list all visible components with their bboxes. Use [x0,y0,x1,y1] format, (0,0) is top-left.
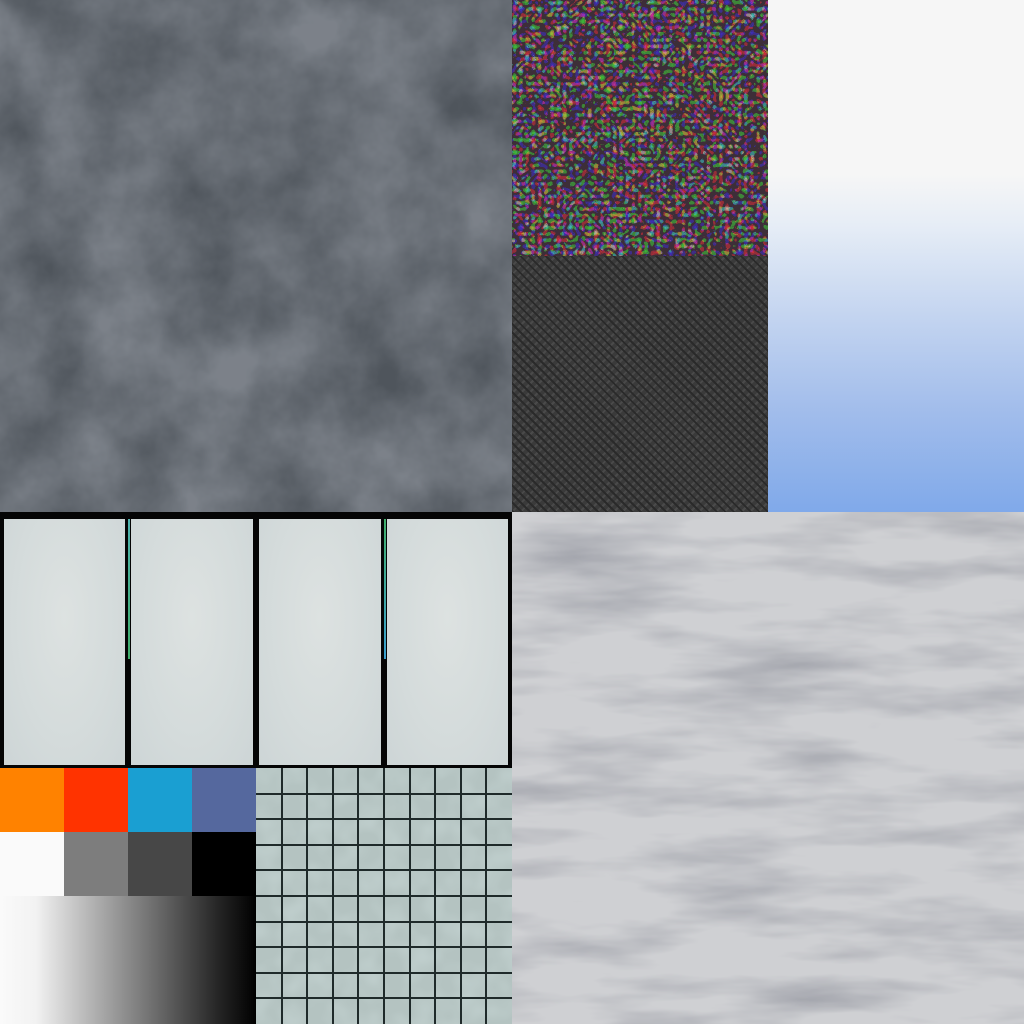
swatch-red [64,768,128,832]
swatch-slate-blue [192,768,256,832]
diagonal-weave-texture [512,256,768,512]
mottled-speckle-texture [512,0,768,256]
panel-edge-accent [128,519,130,659]
swatch-black [192,832,256,896]
pale-panels-texture [0,512,512,768]
swatch-dark-grey [128,832,192,896]
dark-cloudy-stone-texture [0,0,512,512]
swatch-white [0,832,64,896]
swatch-orange [0,768,64,832]
swatch-cyan [128,768,192,832]
sky-gradient-texture [768,0,1024,512]
teal-grid-texture [256,768,512,1024]
speckle-noise [512,0,768,256]
panel-4 [387,519,508,765]
panel-3 [259,519,381,765]
swatch-mid-grey [64,832,128,896]
grayscale-ramp-texture [0,896,256,1024]
marble-noise [512,512,1024,1024]
grid-lines [256,768,512,1024]
panel-2 [131,519,253,765]
cloud-noise [0,0,512,512]
grey-marble-texture [512,512,1024,1024]
texture-atlas: { "atlas": { "tiles": [ {"name": "dark-c… [0,0,1024,1024]
panel-edge-accent [384,519,386,659]
panel-1 [4,519,125,765]
